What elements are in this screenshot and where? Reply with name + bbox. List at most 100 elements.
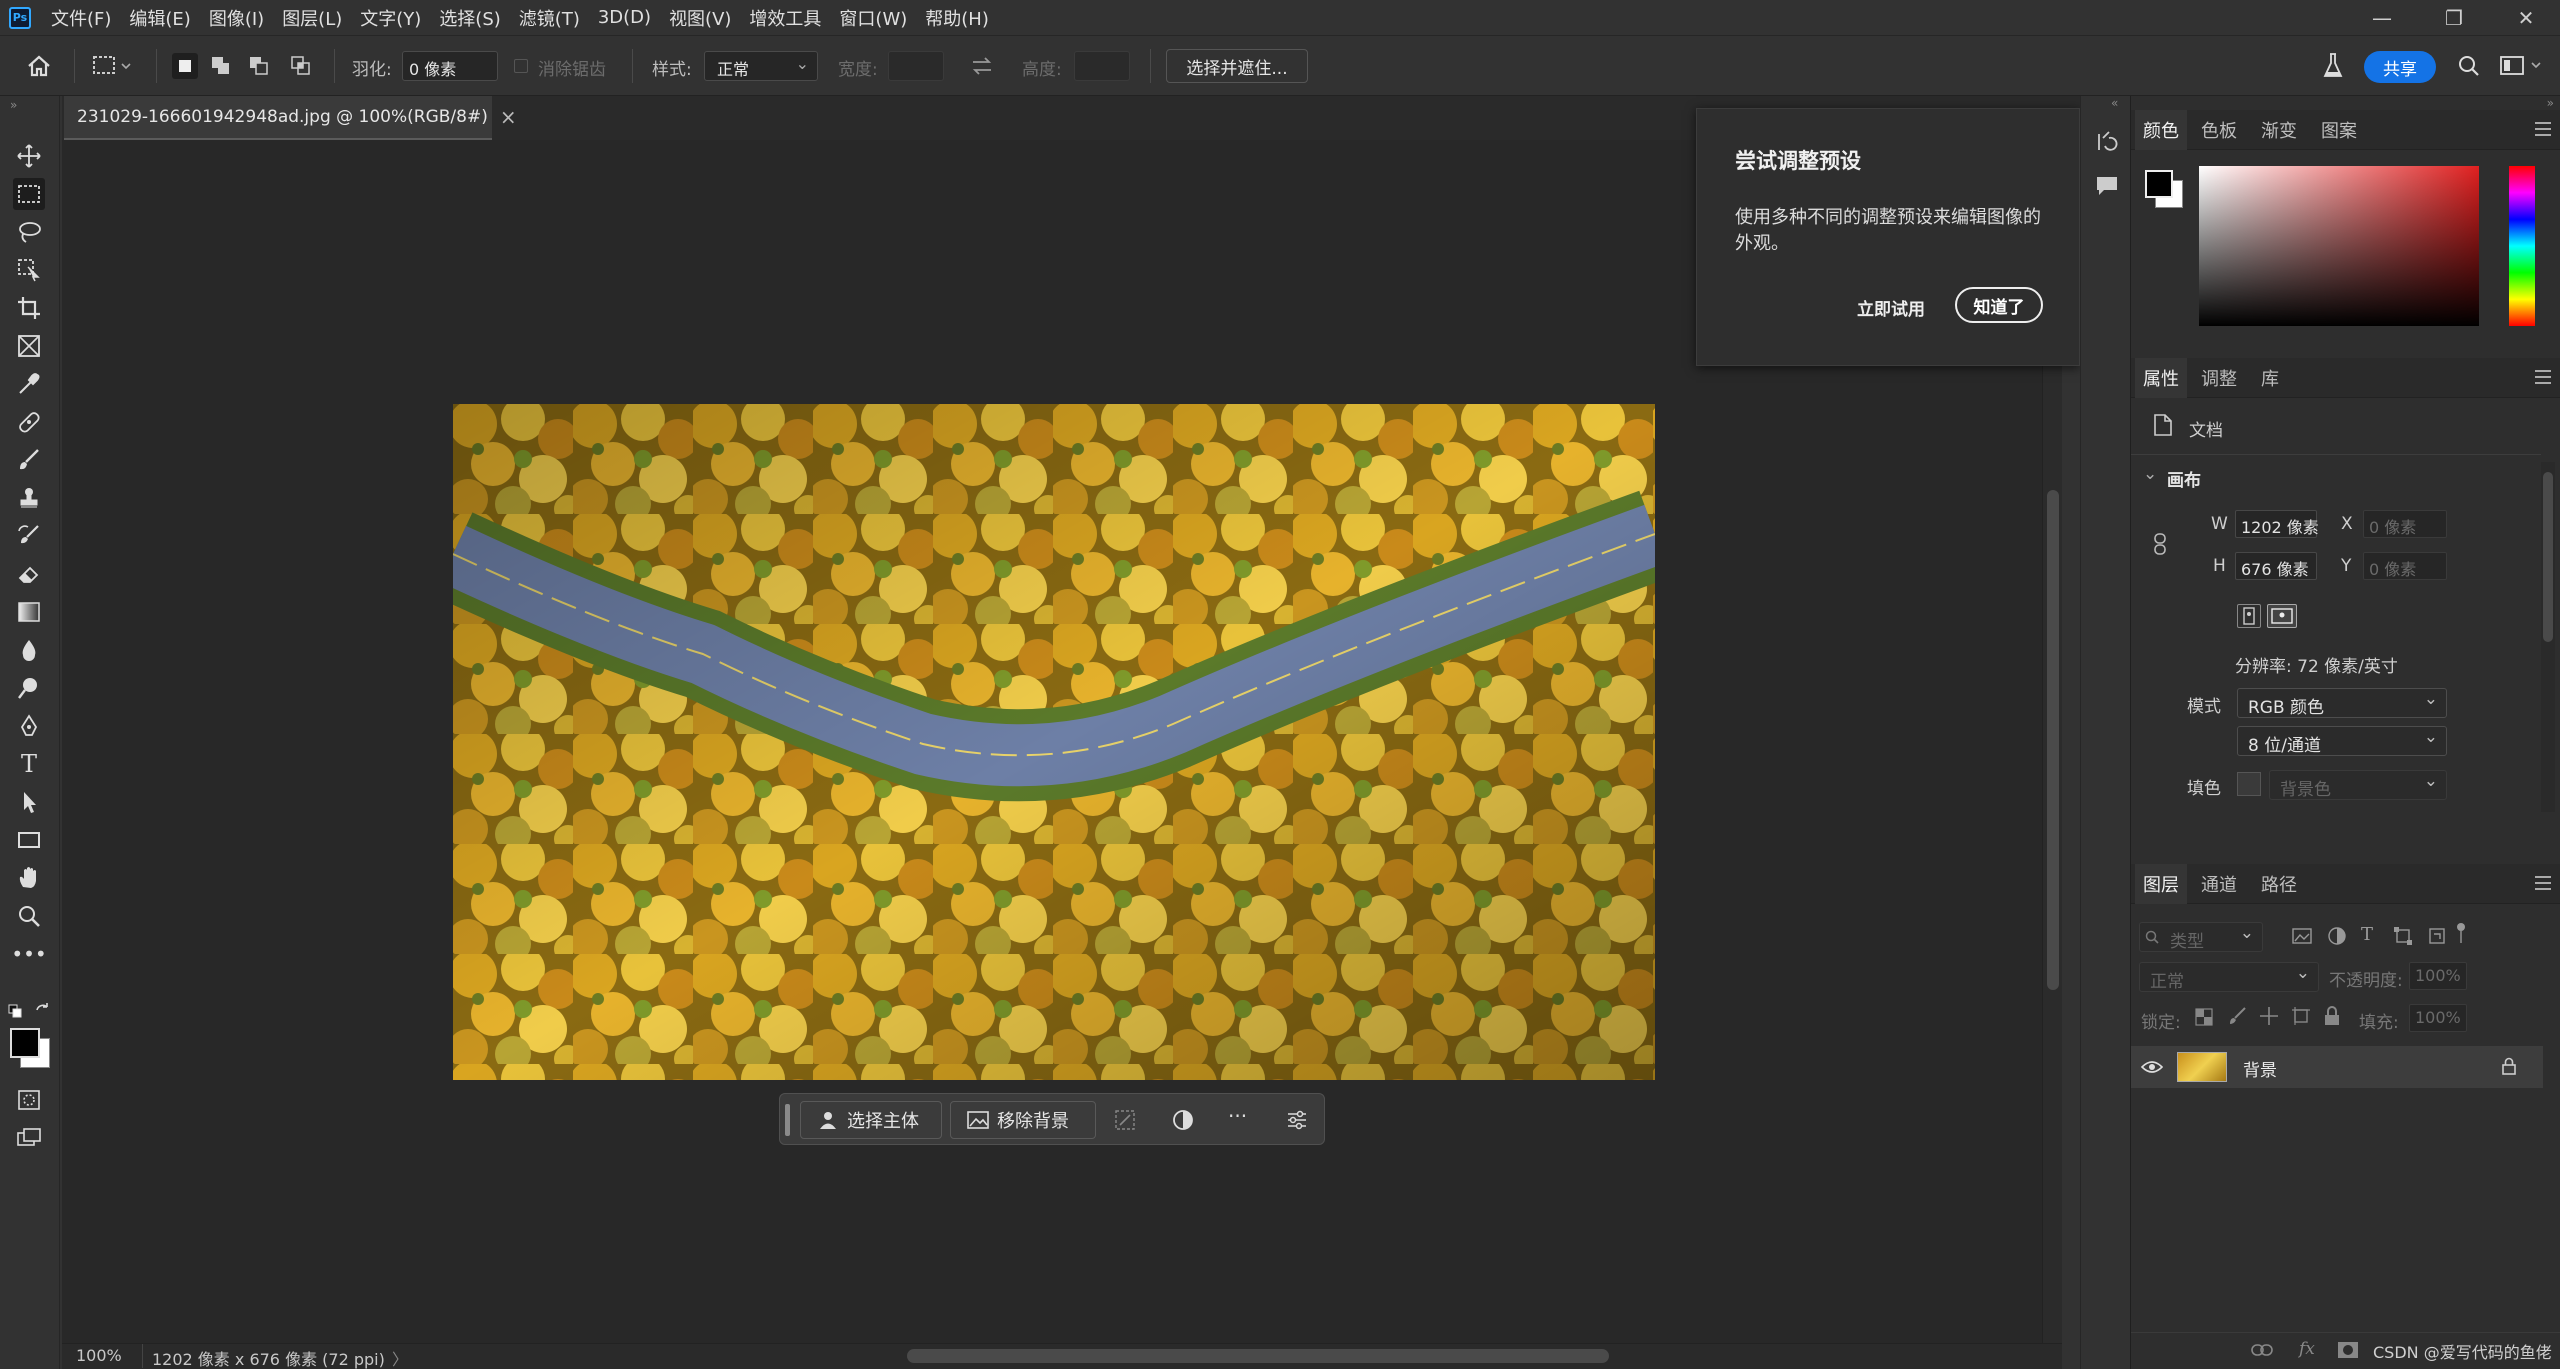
- subtract-selection-icon[interactable]: [246, 53, 272, 79]
- menu-image[interactable]: 图像(I): [209, 5, 264, 31]
- screen-mode-icon[interactable]: [13, 1122, 45, 1154]
- tab-gradients[interactable]: 渐变: [2253, 110, 2305, 150]
- dodge-tool-icon[interactable]: [13, 672, 45, 704]
- eye-icon[interactable]: [2141, 1059, 2163, 1075]
- menu-file[interactable]: 文件(F): [51, 5, 111, 31]
- tab-swatches[interactable]: 色板: [2193, 110, 2245, 150]
- horizontal-scroll-thumb[interactable]: [907, 1349, 1609, 1363]
- panel-foreground-swatch[interactable]: [2145, 170, 2173, 198]
- rectangular-marquee-tool-icon[interactable]: [13, 178, 45, 210]
- more-tools-icon[interactable]: •••: [11, 938, 46, 970]
- canvas-section-title[interactable]: 画布: [2167, 466, 2201, 491]
- canvas-y-field[interactable]: 0 像素: [2363, 552, 2447, 580]
- menu-help[interactable]: 帮助(H): [925, 5, 989, 31]
- clone-stamp-tool-icon[interactable]: [13, 482, 45, 514]
- menu-type[interactable]: 文字(Y): [360, 5, 421, 31]
- marquee-preset-icon[interactable]: [92, 53, 132, 79]
- document-image[interactable]: [453, 404, 1655, 1080]
- fill-opacity-field[interactable]: 100%: [2409, 1004, 2467, 1032]
- color-panel-menu-icon[interactable]: [2535, 122, 2551, 136]
- layer-name[interactable]: 背景: [2243, 1056, 2277, 1081]
- link-icon[interactable]: [2153, 532, 2167, 556]
- chevron-down-icon[interactable]: ⌄: [2143, 464, 2157, 484]
- drag-handle[interactable]: [785, 1104, 790, 1136]
- path-selection-tool-icon[interactable]: [13, 786, 45, 818]
- tab-adjustments[interactable]: 调整: [2193, 358, 2245, 398]
- zoom-level[interactable]: 100%: [76, 1346, 122, 1365]
- new-selection-icon[interactable]: [172, 53, 198, 79]
- close-tab-icon[interactable]: ×: [500, 105, 517, 129]
- type-tool-icon[interactable]: T: [13, 748, 45, 780]
- workspace-icon[interactable]: [2500, 55, 2548, 77]
- try-now-link[interactable]: 立即试用: [1857, 295, 1925, 320]
- tab-patterns[interactable]: 图案: [2313, 110, 2365, 150]
- menu-window[interactable]: 窗口(W): [839, 5, 907, 31]
- fx-icon[interactable]: fx: [2299, 1339, 2315, 1359]
- shape-filter-icon[interactable]: [2393, 926, 2413, 946]
- canvas-height-field[interactable]: 676 像素: [2235, 552, 2317, 580]
- collapse-panels-icon[interactable]: »: [2547, 96, 2554, 110]
- tab-libraries[interactable]: 库: [2253, 358, 2287, 398]
- add-selection-icon[interactable]: [208, 53, 234, 79]
- collapse-icon[interactable]: »: [10, 98, 17, 112]
- layer-row[interactable]: 背景: [2131, 1046, 2543, 1088]
- menu-plugins[interactable]: 增效工具: [749, 5, 821, 31]
- tab-layers[interactable]: 图层: [2135, 864, 2187, 904]
- eraser-tool-icon[interactable]: [13, 558, 45, 590]
- select-and-mask-button[interactable]: 选择并遮住...: [1166, 49, 1308, 83]
- move-tool-icon[interactable]: [13, 140, 45, 172]
- flask-icon[interactable]: [2322, 52, 2344, 80]
- color-field[interactable]: [2199, 166, 2479, 326]
- object-selection-tool-icon[interactable]: [13, 254, 45, 286]
- fill-select[interactable]: 背景色: [2269, 770, 2447, 800]
- lock-position-icon[interactable]: [2259, 1006, 2279, 1026]
- tab-paths[interactable]: 路径: [2253, 864, 2305, 904]
- settings-sliders-icon[interactable]: [1286, 1109, 1308, 1131]
- brush-tool-icon[interactable]: [13, 444, 45, 476]
- more-options-icon[interactable]: ···: [1228, 1104, 1247, 1128]
- history-panel-icon[interactable]: [2095, 130, 2119, 154]
- landscape-orientation-icon[interactable]: [2267, 604, 2297, 628]
- home-icon[interactable]: [26, 53, 52, 79]
- vertical-scroll-thumb[interactable]: [2047, 490, 2059, 990]
- menu-view[interactable]: 视图(V): [669, 5, 731, 31]
- menu-filter[interactable]: 滤镜(T): [519, 5, 580, 31]
- crop-tool-icon[interactable]: [13, 292, 45, 324]
- rectangle-tool-icon[interactable]: [13, 824, 45, 856]
- canvas-x-field[interactable]: 0 像素: [2363, 510, 2447, 538]
- expand-panels-icon[interactable]: «: [2111, 96, 2118, 110]
- style-select[interactable]: 正常 ⌄: [704, 51, 818, 81]
- blend-mode-select[interactable]: 正常: [2139, 962, 2319, 992]
- foreground-color-swatch[interactable]: [10, 1028, 40, 1058]
- close-button[interactable]: ✕: [2496, 0, 2556, 36]
- document-tab[interactable]: 231029-166601942948ad.jpg @ 100%(RGB/8#)…: [64, 96, 517, 140]
- quick-mask-icon[interactable]: [13, 1084, 45, 1116]
- default-colors-icon[interactable]: [8, 1004, 22, 1018]
- frame-tool-icon[interactable]: [13, 330, 45, 362]
- healing-brush-tool-icon[interactable]: [13, 406, 45, 438]
- fill-swatch[interactable]: [2237, 772, 2261, 796]
- swap-icon[interactable]: [970, 55, 994, 77]
- swap-colors-icon[interactable]: [34, 1002, 50, 1018]
- filter-toggle-icon[interactable]: [2455, 922, 2467, 944]
- link-layers-icon[interactable]: [2251, 1343, 2273, 1357]
- menu-select[interactable]: 选择(S): [439, 5, 500, 31]
- portrait-orientation-icon[interactable]: [2237, 604, 2261, 628]
- hand-tool-icon[interactable]: [13, 862, 45, 894]
- height-input[interactable]: [1074, 51, 1130, 81]
- select-subject-button[interactable]: 选择主体: [800, 1101, 942, 1139]
- type-filter-icon[interactable]: T: [2361, 924, 2373, 945]
- zoom-tool-icon[interactable]: [13, 900, 45, 932]
- tab-channels[interactable]: 通道: [2193, 864, 2245, 904]
- layers-panel-menu-icon[interactable]: [2535, 876, 2551, 890]
- canvas-width-field[interactable]: 1202 像素: [2235, 510, 2319, 538]
- width-input[interactable]: [888, 51, 944, 81]
- share-button[interactable]: 共享: [2364, 51, 2436, 83]
- lasso-tool-icon[interactable]: [13, 216, 45, 248]
- remove-background-button[interactable]: 移除背景: [950, 1101, 1096, 1139]
- comments-panel-icon[interactable]: [2095, 174, 2119, 198]
- properties-panel-menu-icon[interactable]: [2535, 370, 2551, 384]
- hue-slider[interactable]: [2509, 166, 2535, 326]
- intersect-selection-icon[interactable]: [288, 53, 314, 79]
- antialias-checkbox[interactable]: [514, 59, 528, 73]
